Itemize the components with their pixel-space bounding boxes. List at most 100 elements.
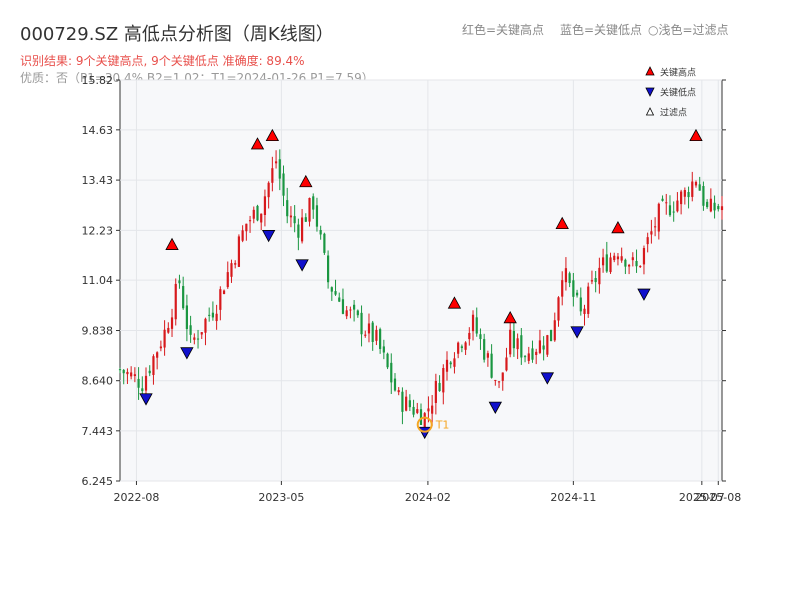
candle-body [133,374,136,377]
t1-label: T1 [435,419,450,432]
candle-body [590,280,594,282]
x-tick-label: 2023-05 [258,491,304,504]
candle-body [364,334,367,336]
candle-body [516,338,519,350]
candle-body [338,297,341,302]
candle-body [282,173,285,196]
candle-body [668,205,672,216]
candle-body [490,353,493,378]
legend-label-filtered: 过滤点 [660,107,687,119]
candle-body [598,267,601,285]
candle-body [453,358,456,367]
candlestick-chart: T1 6.245 7.443 8.640 9.838 11.04 12.23 13.43 14… [82,66,741,504]
candle-body [334,291,337,295]
candle-body [148,370,151,374]
candle-body [427,408,430,412]
candle-body [683,190,686,197]
candle-body [594,278,597,283]
candle-body [167,327,170,333]
candle-body [256,205,259,221]
candle-body [208,314,211,316]
candle-body [698,184,701,191]
candle-body [353,304,356,310]
candle-body [386,353,389,368]
x-tick-label: 2025-08 [695,491,741,504]
candle-body [141,388,144,392]
candle-body [468,332,471,340]
candle-body [182,286,185,309]
candle-body [471,314,475,332]
candle-body [278,159,281,179]
candle-body [330,287,333,292]
candle-body [297,224,300,238]
candle-body [219,289,222,310]
candle-body [535,351,538,356]
candle-body [564,268,568,283]
candle-body [260,213,263,223]
y-tick-label: 15.82 [82,74,114,87]
candle-body [479,334,482,340]
candle-body [189,325,192,335]
candle-body [237,236,241,267]
candle-body [193,337,196,340]
candle-body [356,310,359,316]
candle-body [379,329,382,349]
candle-body [405,396,408,411]
candle-body [196,338,200,340]
candle-body [483,339,486,360]
candle-body [549,329,553,342]
candle-body [174,283,177,320]
candle-body [616,256,620,260]
candle-body [300,217,304,242]
candle-body [583,308,586,314]
candle-body [635,260,638,267]
candle-body [185,305,188,330]
legend-label-low: 关键低点 [660,87,696,99]
candle-body [393,378,397,391]
candle-body [434,380,437,403]
y-tick-label: 7.443 [82,425,114,438]
candle-body [286,200,289,217]
candle-body [520,335,523,358]
candle-body [691,181,694,197]
candle-body [271,168,274,183]
candle-body [241,230,244,241]
candle-body [412,406,415,415]
candle-body [509,329,512,355]
candle-body [546,335,549,355]
candle-body [304,217,307,222]
candle-body [676,200,679,212]
candle-body [408,400,411,408]
candle-body [568,273,571,284]
candle-body [371,322,374,342]
candle-body [650,231,653,235]
candle-body [438,382,441,392]
candle-body [609,257,612,273]
y-tick-label: 13.43 [82,174,114,187]
candle-body [375,329,378,341]
x-tick-label: 2022-08 [113,491,159,504]
candle-body [557,297,560,321]
candle-body [423,413,426,430]
candle-body [575,292,579,296]
candle-body [531,348,534,360]
candle-body [587,286,590,314]
candle-body [457,342,460,354]
y-tick-label: 14.63 [82,124,114,137]
candle-body [267,182,270,198]
candle-body [720,206,724,211]
candle-body [293,216,296,224]
candle-body [234,263,237,265]
candle-body [538,340,542,353]
candle-body [222,290,226,295]
candle-body [572,280,575,297]
candle-body [713,202,716,211]
candle-body [631,257,634,261]
candle-body [527,353,530,361]
candle-body [613,255,616,261]
candle-body [178,280,181,284]
candle-body [657,203,660,232]
candle-body [475,317,478,334]
candle-body [382,346,385,353]
candle-body [624,259,627,267]
